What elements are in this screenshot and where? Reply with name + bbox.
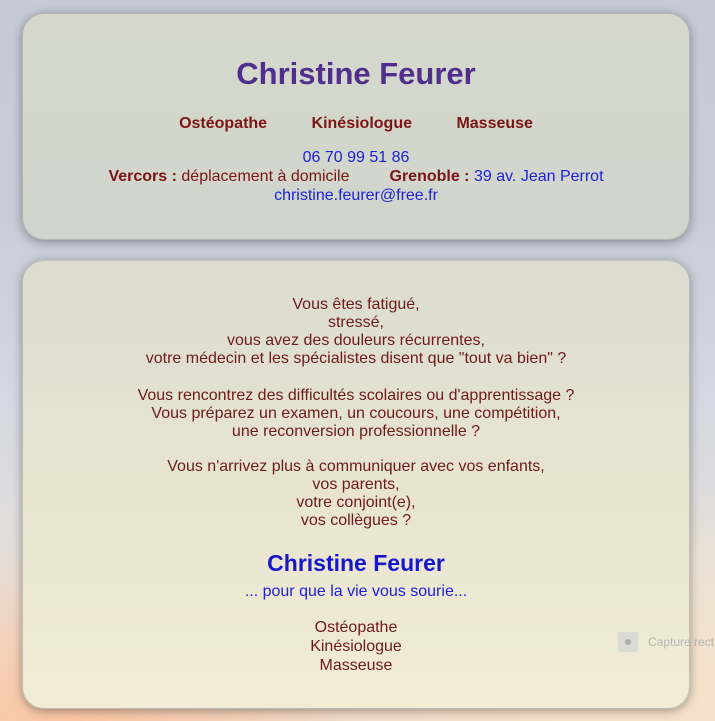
vercors-label: Vercors : [108, 168, 177, 185]
contact-block: 06 70 99 51 86 Vercors : déplacement à d… [23, 148, 689, 205]
text-line: vos collègues ? [300, 512, 412, 529]
text-line: votre conjoint(e), [296, 494, 416, 511]
vercors-text: déplacement à domicile [181, 168, 350, 185]
main-card: Vous êtes fatigué, stressé, vous avez de… [22, 260, 690, 709]
profession-osteopathe: Ostéopathe [314, 619, 398, 636]
text-line: votre médecin et les spécialistes disent… [145, 350, 567, 367]
tagline: ... pour que la vie vous sourie... [244, 583, 468, 600]
paragraph-communication: Vous n'arrivez plus à communiquer avec v… [23, 458, 689, 530]
text-line: vos parents, [312, 476, 400, 493]
phone-number: 06 70 99 51 86 [302, 149, 410, 166]
text-line: vous avez des douleurs récurrentes, [227, 332, 485, 349]
text-line: stressé, [327, 314, 384, 331]
text-line: Vous n'arrivez plus à communiquer avec v… [167, 458, 545, 475]
name-heading: Christine Feurer [267, 550, 445, 576]
page-title: Christine Feurer [236, 56, 476, 91]
profession-masseuse: Masseuse [319, 657, 393, 674]
header-card: Christine Feurer Ostéopathe Kinésiologue… [22, 13, 690, 240]
text-line: Vous rencontrez des difficultés scolaire… [137, 387, 575, 404]
paragraph-fatigue: Vous êtes fatigué, stressé, vous avez de… [23, 296, 689, 368]
text-line: Vous préparez un examen, un coucours, un… [151, 405, 561, 422]
grenoble-label: Grenoble : [389, 168, 470, 185]
professions-list: Ostéopathe Kinésiologue Masseuse [23, 115, 689, 133]
capture-text: Capture rect [648, 635, 715, 649]
capture-overlay[interactable]: Capture rect [618, 631, 715, 653]
profession-masseuse: Masseuse [456, 115, 533, 132]
text-line: Vous êtes fatigué, [292, 296, 420, 313]
profession-kinesiologue: Kinésiologue [310, 638, 402, 655]
profession-osteopathe: Ostéopathe [179, 115, 268, 132]
grenoble-address: 39 av. Jean Perrot [473, 168, 604, 185]
professions-stack: Ostéopathe Kinésiologue Masseuse [23, 618, 689, 675]
text-line: une reconversion professionnelle ? [231, 423, 481, 440]
email-link[interactable]: christine.feurer@free.fr [274, 187, 438, 204]
profession-kinesiologue: Kinésiologue [311, 115, 412, 132]
paragraph-scolaire: Vous rencontrez des difficultés scolaire… [23, 387, 689, 441]
capture-icon [618, 632, 638, 652]
